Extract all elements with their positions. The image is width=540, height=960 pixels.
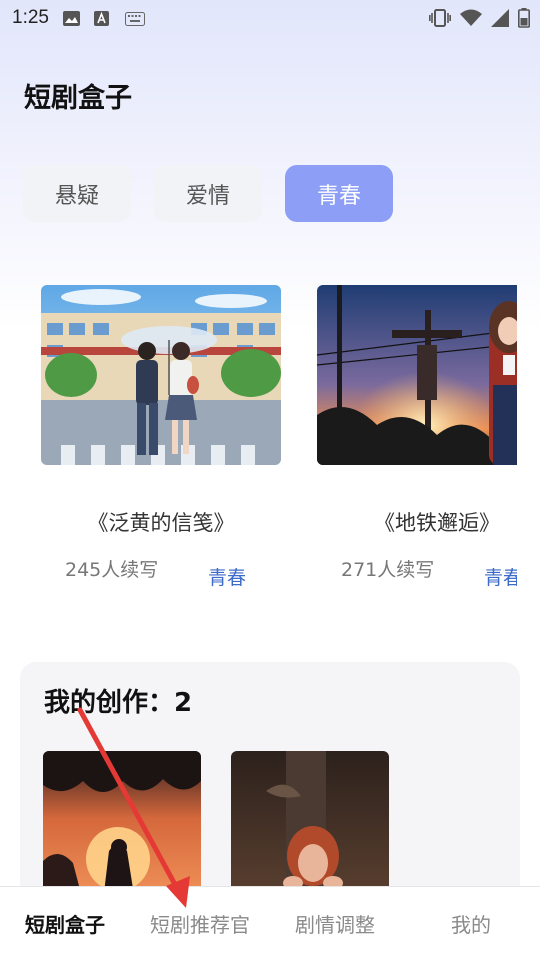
story-card[interactable]: 《地铁邂逅》 271人续写 青春 — [317, 285, 517, 589]
my-works-title: 我的创作：2 — [44, 688, 193, 718]
work-cover-image[interactable] — [43, 751, 201, 901]
story-cover-image — [317, 285, 517, 465]
work-cover-image[interactable] — [231, 751, 389, 901]
nav-item-mine[interactable]: 我的 — [451, 909, 491, 938]
battery-icon — [518, 8, 530, 32]
story-title: 《地铁邂逅》 — [374, 511, 500, 535]
nav-item-short-drama-box[interactable]: 短剧盒子 — [25, 909, 105, 938]
continuation-count: 271人续写 — [341, 559, 435, 581]
bottom-nav: 短剧盒子 短剧推荐官 剧情调整 我的 — [0, 886, 540, 960]
story-tag[interactable]: 青春 — [484, 563, 517, 590]
nav-item-plot-adjust[interactable]: 剧情调整 — [295, 909, 375, 938]
card-scroll-clip: 《地铁邂逅》 271人续写 青春 — [0, 0, 517, 620]
nav-item-drama-recommender[interactable]: 短剧推荐官 — [150, 909, 250, 938]
